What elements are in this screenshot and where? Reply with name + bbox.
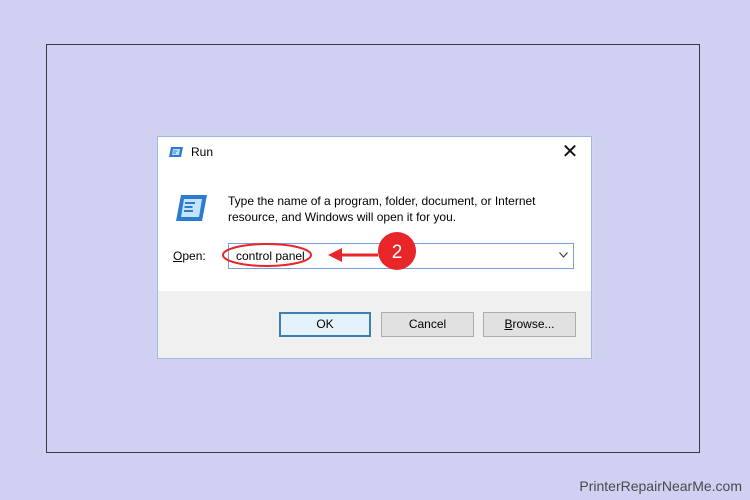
dialog-title: Run — [191, 145, 214, 159]
open-label-mnemonic: O — [173, 249, 183, 263]
browse-mnemonic: B — [504, 317, 513, 331]
browse-button[interactable]: Browse... — [483, 312, 576, 337]
chevron-down-icon — [558, 252, 568, 259]
cancel-button[interactable]: Cancel — [381, 312, 474, 337]
open-input[interactable]: control panel — [236, 249, 305, 263]
title-bar: Run ✕ — [158, 137, 591, 167]
open-label: Open: — [173, 249, 206, 263]
run-dialog: Run ✕ Type the name of a program, folder… — [157, 136, 592, 359]
open-combobox[interactable]: control panel — [228, 243, 574, 269]
watermark: PrinterRepairNearMe.com — [579, 478, 742, 494]
close-icon: ✕ — [561, 139, 579, 163]
close-button[interactable]: ✕ — [555, 140, 585, 164]
run-program-icon — [176, 195, 207, 221]
dropdown-button[interactable] — [553, 244, 573, 268]
open-label-text: pen: — [182, 249, 206, 263]
run-title-icon — [169, 147, 183, 157]
dialog-description: Type the name of a program, folder, docu… — [228, 194, 536, 224]
browse-label: rowse... — [512, 317, 555, 331]
ok-button[interactable]: OK — [279, 312, 371, 337]
